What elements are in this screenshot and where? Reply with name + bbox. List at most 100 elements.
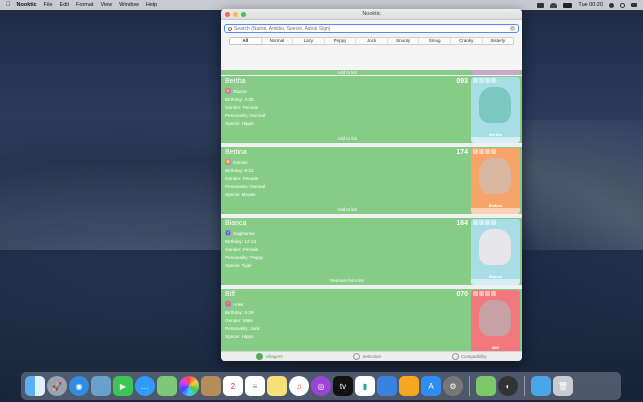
amiibo-card-image: Bertha xyxy=(471,77,520,143)
reminders-icon[interactable]: ≡ xyxy=(245,376,265,396)
filter-cranky[interactable]: Cranky xyxy=(451,38,483,44)
search-field[interactable]: × xyxy=(224,24,519,33)
filter-jock[interactable]: Jock xyxy=(356,38,388,44)
filter-lazy[interactable]: Lazy xyxy=(293,38,325,44)
villager-list[interactable]: Add to list Bertha 093 ♉ Taurus Birthday… xyxy=(221,70,522,353)
astral-sign: ♈ Aries xyxy=(225,301,243,307)
villagers-icon xyxy=(256,353,264,360)
user-icon[interactable] xyxy=(609,2,614,8)
notes-icon[interactable] xyxy=(267,376,287,396)
dock: 🚀 ◉ ▶ … 2 ≡ ♫ ◎ tv ▮ A ⚙ ◐ 🗑 xyxy=(21,372,621,400)
astral-sign-label: Sagittarius xyxy=(233,230,255,236)
villager-number: 174 xyxy=(456,149,468,156)
dock-separator xyxy=(469,376,470,396)
battery-icon[interactable] xyxy=(563,2,573,8)
villager-portrait xyxy=(479,300,511,336)
numbers-icon[interactable]: ▮ xyxy=(355,376,375,396)
filter-sisterly[interactable]: Sisterly xyxy=(483,38,514,44)
amiibo-card-image: Bettina xyxy=(471,148,520,214)
villager-number: 164 xyxy=(456,220,468,227)
calendar-icon[interactable]: 2 xyxy=(223,376,243,396)
menu-window[interactable]: Window xyxy=(119,2,139,8)
aries-icon: ♈ xyxy=(225,301,231,307)
tab-villagers[interactable]: Villagers xyxy=(256,353,283,360)
menu-file[interactable]: File xyxy=(44,2,53,8)
clear-icon[interactable]: × xyxy=(510,26,515,31)
astral-sign-label: Aries xyxy=(233,301,244,307)
birthday: Birthday: 4-25 xyxy=(225,97,254,102)
personality: Personality: Jock xyxy=(225,326,260,331)
launchpad-icon[interactable]: 🚀 xyxy=(47,376,67,396)
photos-icon[interactable] xyxy=(179,376,199,396)
filter-all[interactable]: All xyxy=(230,38,262,44)
search-input[interactable] xyxy=(234,25,510,32)
specie: Specie: Mouse xyxy=(225,192,256,197)
system-preferences-icon[interactable]: ⚙ xyxy=(443,376,463,396)
search-icon xyxy=(228,26,232,31)
astral-sign: ♐ Sagittarius xyxy=(225,230,255,236)
birthday: Birthday: 6-12 xyxy=(225,168,254,173)
maps-icon[interactable] xyxy=(157,376,177,396)
add-to-list-button[interactable]: Add to list xyxy=(221,207,473,212)
villager-card: Biff 070 ♈ Aries Birthday: 3-29 Gender: … xyxy=(221,288,522,353)
apple-icon[interactable]:  xyxy=(6,2,11,8)
wifi-icon[interactable] xyxy=(550,2,558,8)
personality: Personality: Normal xyxy=(225,184,266,189)
villager-card: Bettina 174 ♊ Gemini Birthday: 6-12 Gend… xyxy=(221,146,522,214)
finder-icon[interactable] xyxy=(25,376,45,396)
spotlight-icon[interactable] xyxy=(620,2,625,8)
tv-icon[interactable]: tv xyxy=(333,376,353,396)
personality: Personality: Peppy xyxy=(225,255,264,260)
menu-app-name[interactable]: Nooktic xyxy=(17,2,37,8)
contacts-icon[interactable] xyxy=(201,376,221,396)
safari-icon[interactable]: ◉ xyxy=(69,376,89,396)
selection-icon xyxy=(353,353,361,360)
keynote-icon[interactable] xyxy=(377,376,397,396)
pages-icon[interactable] xyxy=(399,376,419,396)
filter-snooty[interactable]: Snooty xyxy=(388,38,420,44)
birthday: Birthday: 12-13 xyxy=(225,239,257,244)
podcasts-icon[interactable]: ◎ xyxy=(311,376,331,396)
facetime-icon[interactable]: ▶ xyxy=(113,376,133,396)
villager-name: Bettina xyxy=(225,149,247,156)
gender: Gender: Female xyxy=(225,247,259,252)
compatibility-icon xyxy=(451,353,459,360)
tab-selection[interactable]: Selection xyxy=(353,353,381,360)
preview-icon[interactable] xyxy=(91,376,111,396)
menu-help[interactable]: Help xyxy=(146,2,157,8)
music-icon[interactable]: ♫ xyxy=(289,376,309,396)
add-to-list-button[interactable]: Add to list xyxy=(221,136,473,141)
filter-peppy[interactable]: Peppy xyxy=(325,38,357,44)
villager-portrait xyxy=(479,229,511,265)
personality: Personality: Normal xyxy=(225,113,266,118)
amiibo-card-image: Biff xyxy=(471,290,520,353)
villager-number: 093 xyxy=(456,78,468,85)
astral-sign: ♊ Gemini xyxy=(225,159,248,165)
remove-from-list-button[interactable]: Remove from list xyxy=(221,278,473,283)
birthday: Birthday: 3-29 xyxy=(225,310,254,315)
trash-icon[interactable]: 🗑 xyxy=(553,376,573,396)
downloads-folder-icon[interactable] xyxy=(531,376,551,396)
menu-edit[interactable]: Edit xyxy=(60,2,69,8)
gender: Gender: Female xyxy=(225,105,259,110)
app-window: Nooktic × All Normal Lazy Peppy Jock Sno… xyxy=(221,9,522,361)
instruments-icon[interactable]: ◐ xyxy=(498,376,518,396)
gemini-icon: ♊ xyxy=(225,159,231,165)
filter-normal[interactable]: Normal xyxy=(262,38,294,44)
notification-center-icon[interactable] xyxy=(631,3,637,7)
astral-sign-label: Gemini xyxy=(233,159,248,165)
screen-mirroring-icon[interactable] xyxy=(537,2,545,8)
messages-icon[interactable]: … xyxy=(135,376,155,396)
filter-smug[interactable]: Smug xyxy=(419,38,451,44)
menu-format[interactable]: Format xyxy=(76,2,93,8)
astral-sign-label: Taurus xyxy=(233,88,247,94)
gender: Gender: Male xyxy=(225,318,253,323)
app-store-icon[interactable]: A xyxy=(421,376,441,396)
clock[interactable]: Tue 00:20 xyxy=(578,2,603,8)
menu-view[interactable]: View xyxy=(100,2,112,8)
tab-compatibility[interactable]: Compatibility xyxy=(451,353,487,360)
search-area: × xyxy=(221,20,522,35)
nooktic-icon[interactable] xyxy=(476,376,496,396)
astral-sign: ♉ Taurus xyxy=(225,88,247,94)
villager-portrait xyxy=(479,87,511,123)
